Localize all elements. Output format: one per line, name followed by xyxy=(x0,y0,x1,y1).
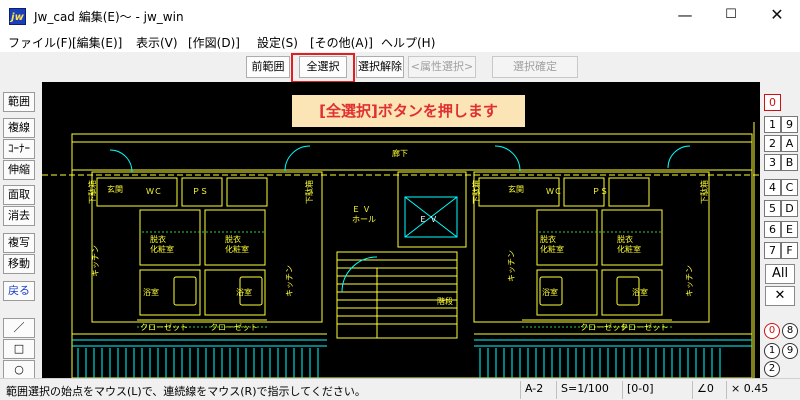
minimize-button[interactable]: — xyxy=(662,0,708,32)
door-arc-left-entry xyxy=(109,149,133,173)
prev-range-button[interactable]: 前範囲 xyxy=(246,56,290,78)
window-title: Jw_cad 編集(E)〜 - jw_win xyxy=(34,10,184,24)
layer-1-button[interactable]: 1 xyxy=(764,116,781,133)
group-2-button[interactable]: 2 xyxy=(764,361,780,377)
label-kitchen-right: キッチン xyxy=(685,265,694,297)
layer-panel: 0 1 9 2 A 3 B 4 C 5 D 6 E 7 F All ✕ 0 8 … xyxy=(760,82,800,378)
label-ev-hall: Ｅ Ｖホール xyxy=(352,205,376,224)
tool-chamfer[interactable]: 面取 xyxy=(3,185,35,205)
group-8-button[interactable]: 8 xyxy=(782,323,798,339)
layer-9-button[interactable]: 9 xyxy=(781,116,798,133)
tool-copy[interactable]: 複写 xyxy=(3,233,35,253)
layer-c-button[interactable]: C xyxy=(781,179,798,196)
tool-range[interactable]: 範囲 xyxy=(3,92,35,112)
label-closet-right: クローゼット xyxy=(620,322,668,332)
status-paper-size[interactable]: A-2 xyxy=(520,381,552,399)
status-layer[interactable]: [0-0] xyxy=(622,381,688,399)
layer-d-button[interactable]: D xyxy=(781,200,798,217)
label-closet-left: クローゼット xyxy=(140,322,188,332)
group-1-button[interactable]: 1 xyxy=(764,343,780,359)
label-shoebox-left: 下駄箱 xyxy=(87,180,97,204)
confirm-selection-button[interactable]: 選択確定 xyxy=(492,56,578,78)
label-washroom-left: 脱衣化粧室 xyxy=(150,234,174,254)
menu-view[interactable]: 表示(V) xyxy=(136,34,178,51)
tool-undo[interactable]: 戻る xyxy=(3,281,35,301)
menu-draw[interactable]: [作図(D)] xyxy=(188,34,240,51)
menu-file[interactable]: ファイル(F) xyxy=(8,34,72,51)
outer-wall xyxy=(71,133,753,378)
tool-circle[interactable]: ○ xyxy=(3,360,35,380)
title-bar: jw Jw_cad 編集(E)〜 - jw_win — ☐ ✕ xyxy=(0,0,800,32)
layer-3-button[interactable]: 3 xyxy=(764,154,781,171)
layer-7-button[interactable]: 7 xyxy=(764,242,781,259)
label-kitchen-2: キッチン xyxy=(285,265,294,297)
menu-other[interactable]: [その他(A)] xyxy=(310,34,373,51)
label-shoebox-2: 下駄箱 xyxy=(304,180,314,204)
layer-0-button[interactable]: 0 xyxy=(764,94,781,111)
label-wc-right: ＷＣ xyxy=(546,187,562,196)
layer-a-button[interactable]: A xyxy=(781,135,798,152)
maximize-button[interactable]: ☐ xyxy=(708,0,754,32)
left-tool-panel: 範囲 複線 ｺｰﾅｰ 伸縮 面取 消去 複写 移動 戻る ／ □ ○ xyxy=(0,82,42,380)
label-corridor: 廊下 xyxy=(392,148,408,158)
group-9-button[interactable]: 9 xyxy=(782,343,798,359)
layer-6-button[interactable]: 6 xyxy=(764,221,781,238)
label-genkan-right: 玄関 xyxy=(508,184,524,194)
layer-4-button[interactable]: 4 xyxy=(764,179,781,196)
tool-erase[interactable]: 消去 xyxy=(3,206,35,226)
layer-5-button[interactable]: 5 xyxy=(764,200,781,217)
label-shoebox-right: 下駄箱 xyxy=(699,180,709,204)
tool-offset[interactable]: 複線 xyxy=(3,118,35,138)
tool-corner[interactable]: ｺｰﾅｰ xyxy=(3,139,35,159)
layer-f-button[interactable]: F xyxy=(781,242,798,259)
label-closet-2: クローゼット xyxy=(210,322,258,332)
label-shoebox-3: 下駄箱 xyxy=(471,180,481,204)
status-message: 範囲選択の始点をマウス(L)で、連続線をマウス(R)で指示してください。 xyxy=(6,385,366,398)
drawing-canvas[interactable]: 廊下 玄関 玄関 脱衣化粧室 脱衣化粧室 脱衣化粧室 脱衣化粧室 浴室 浴室 浴… xyxy=(42,82,760,378)
status-angle[interactable]: ∠0 xyxy=(692,381,722,399)
group-0-button[interactable]: 0 xyxy=(764,323,780,339)
status-bar: 範囲選択の始点をマウス(L)で、連続線をマウス(R)で指示してください。 A-2… xyxy=(0,378,800,400)
layer-2-button[interactable]: 2 xyxy=(764,135,781,152)
deselect-button[interactable]: 選択解除 xyxy=(356,56,404,78)
tool-extend[interactable]: 伸縮 xyxy=(3,160,35,180)
label-washroom-3: 脱衣化粧室 xyxy=(540,234,564,254)
instruction-callout: [全選択]ボタンを押します xyxy=(292,95,525,127)
menu-edit[interactable]: [編集(E)] xyxy=(72,34,122,51)
layer-cross-button[interactable]: ✕ xyxy=(765,286,795,306)
layer-all-button[interactable]: All xyxy=(765,264,795,284)
label-ps-right: ＰＳ xyxy=(592,187,608,196)
balcony-left-hatch xyxy=(77,348,319,378)
select-all-highlight xyxy=(291,53,355,83)
balcony-right-hatch xyxy=(479,348,721,378)
label-washroom-2: 脱衣化粧室 xyxy=(225,234,249,254)
layer-b-button[interactable]: B xyxy=(781,154,798,171)
menu-help[interactable]: ヘルプ(H) xyxy=(381,34,435,51)
label-bath-3: 浴室 xyxy=(542,287,558,297)
tool-line[interactable]: ／ xyxy=(3,318,35,338)
close-button[interactable]: ✕ xyxy=(754,0,800,32)
jw-app-icon: jw xyxy=(9,8,26,25)
label-bath-left: 浴室 xyxy=(143,287,159,297)
label-bath-2: 浴室 xyxy=(236,287,252,297)
select-toolbar: 前範囲 全選択 選択解除 <属性選択> 選択確定 xyxy=(0,52,800,82)
tool-rectangle[interactable]: □ xyxy=(3,339,35,359)
status-scale[interactable]: S=1/100 xyxy=(556,381,618,399)
label-kitchen-3: キッチン xyxy=(507,250,516,282)
label-genkan-left: 玄関 xyxy=(107,184,123,194)
menu-settings[interactable]: 設定(S) xyxy=(257,34,298,51)
label-kitchen-left: キッチン xyxy=(91,245,100,277)
app-window: jw Jw_cad 編集(E)〜 - jw_win — ☐ ✕ ファイル(F) … xyxy=(0,0,800,400)
tool-move[interactable]: 移動 xyxy=(3,254,35,274)
attribute-select-button[interactable]: <属性選択> xyxy=(408,56,476,78)
label-wc-left: ＷＣ xyxy=(146,187,162,196)
label-ps-left: ＰＳ xyxy=(192,187,208,196)
layer-e-button[interactable]: E xyxy=(781,221,798,238)
label-ev: Ｅ Ｖ xyxy=(419,215,438,224)
label-stairs: 階段 xyxy=(437,296,453,306)
label-washroom-right: 脱衣化粧室 xyxy=(617,234,641,254)
status-factor[interactable]: × 0.45 xyxy=(726,381,796,399)
menu-bar: ファイル(F) [編集(E)] 表示(V) [作図(D)] 設定(S) [その他… xyxy=(0,32,800,52)
label-bath-right: 浴室 xyxy=(632,287,648,297)
